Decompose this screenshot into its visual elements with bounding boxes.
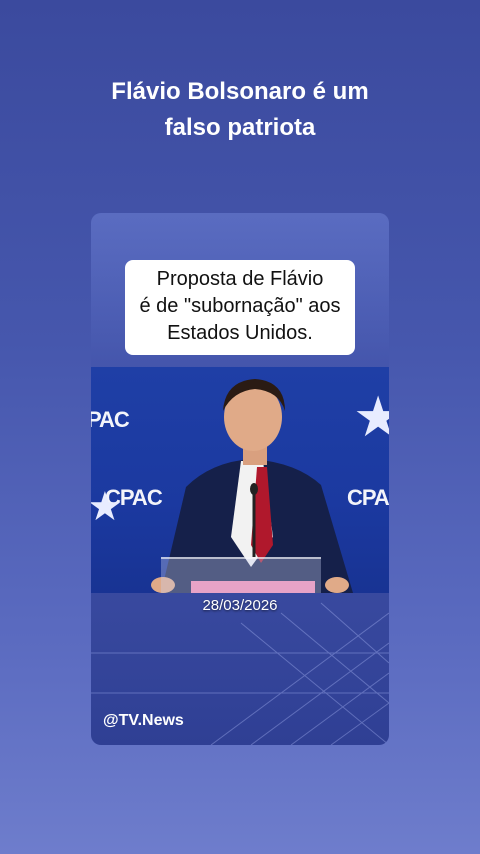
caption-box: Proposta de Flávio é de "subornação" aos… xyxy=(125,260,355,355)
headline-line-1: Flávio Bolsonaro é um xyxy=(111,78,369,105)
podium-sign xyxy=(191,581,315,593)
account-handle[interactable]: @TV.News xyxy=(103,712,184,730)
headline-line-2: falso patriota xyxy=(164,114,316,141)
date-label: 28/03/2026 xyxy=(202,597,278,614)
speaker-right-hand xyxy=(325,577,349,593)
caption-line-1: Proposta de Flávio xyxy=(156,268,324,290)
headline: Flávio Bolsonaro é um falso patriota xyxy=(0,74,480,146)
video-frame[interactable]: PAC CPAC CPAC ★ ★ xyxy=(91,367,389,593)
caption-line-2: é de "subornação" aos xyxy=(139,295,341,317)
post-card[interactable]: Proposta de Flávio é de "subornação" aos… xyxy=(91,213,389,745)
caption-line-3: Estados Unidos. xyxy=(167,322,313,344)
